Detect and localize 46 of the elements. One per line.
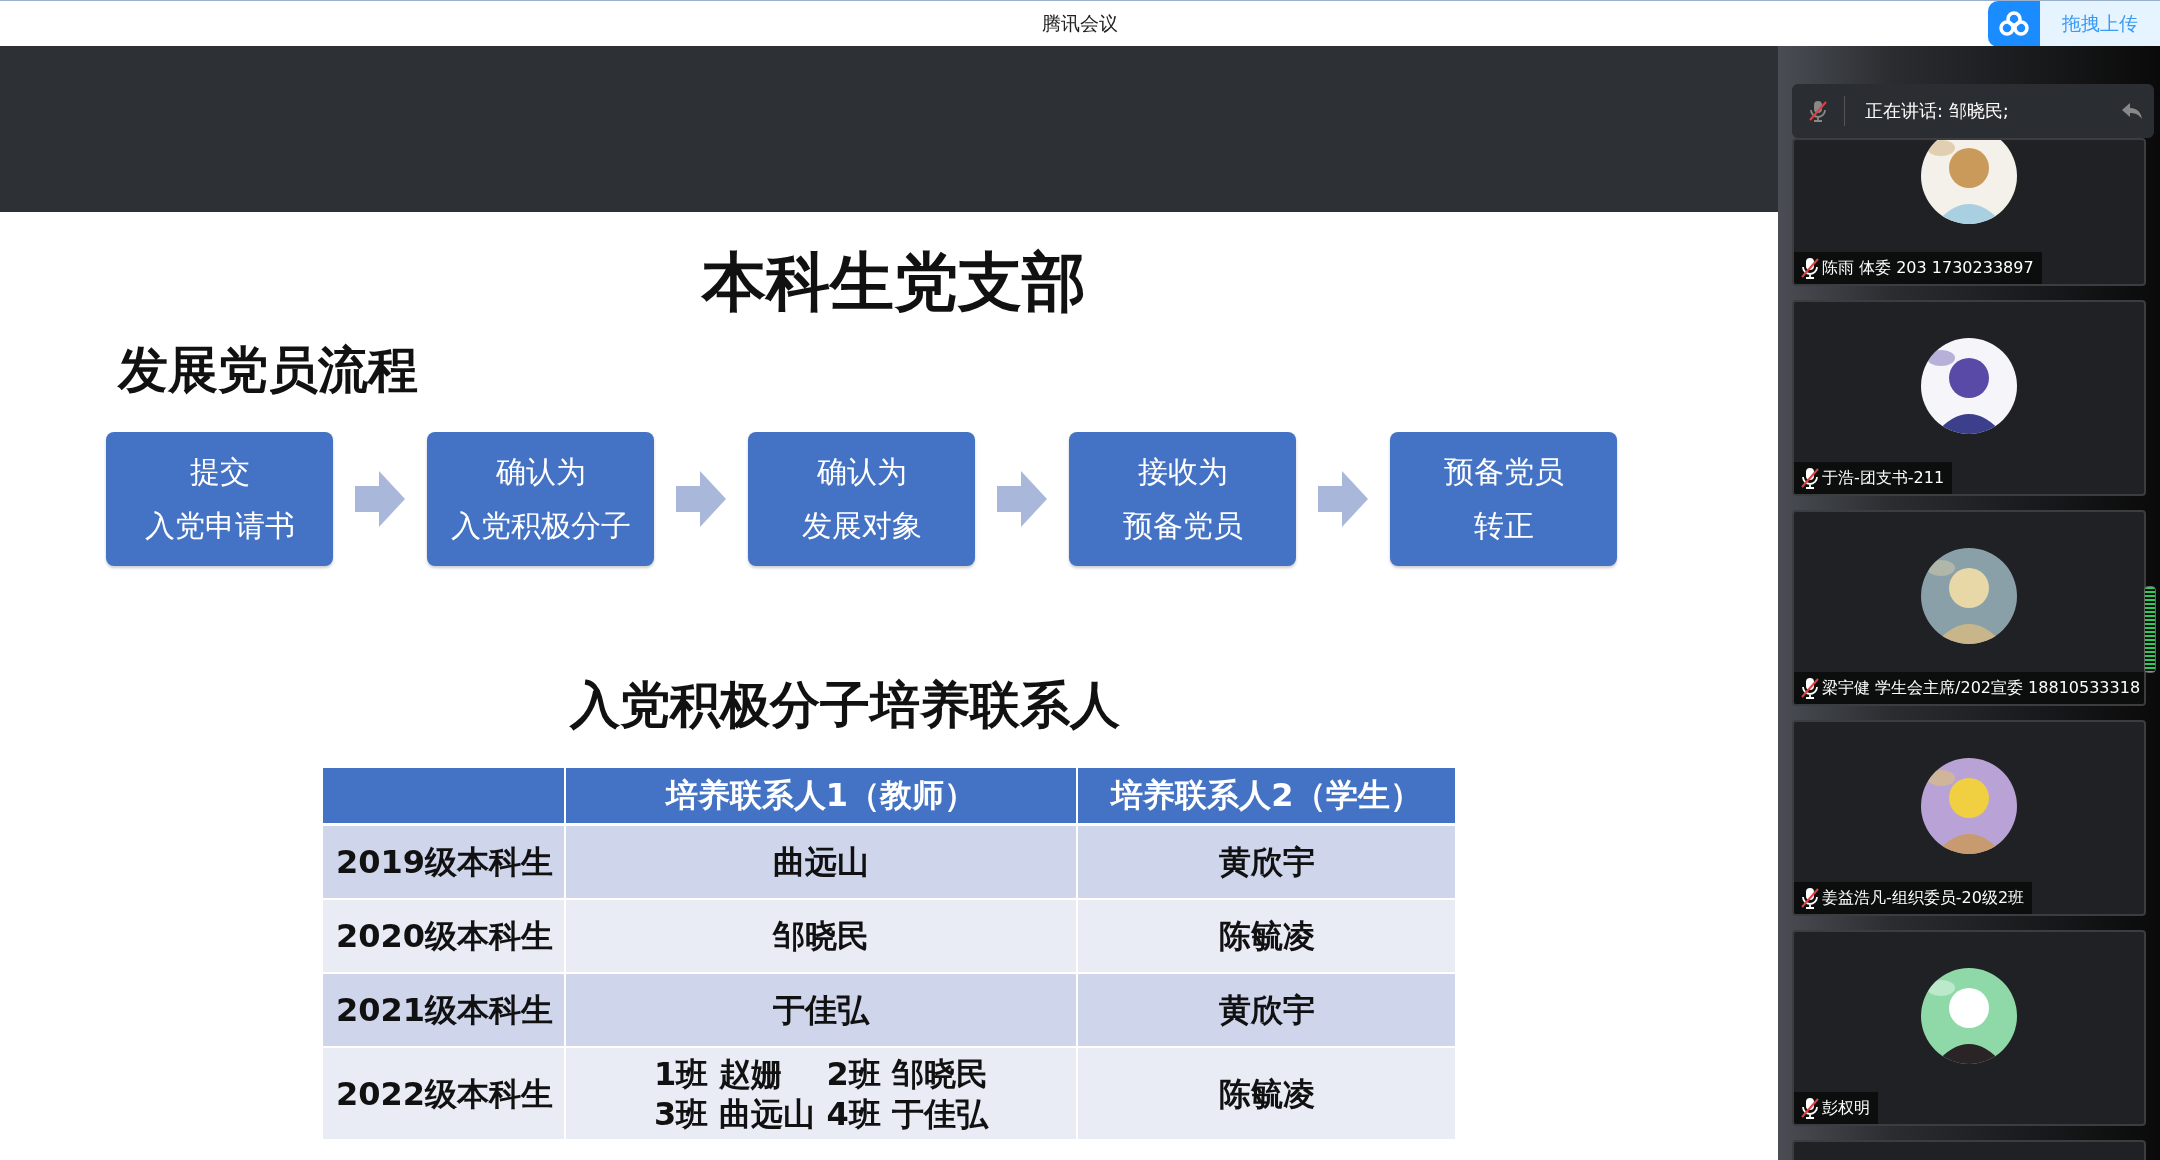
process-step: 接收为 预备党员 <box>1069 432 1296 566</box>
table-cell: 2020级本科生 <box>323 900 566 974</box>
muted-mic-icon <box>1800 257 1820 279</box>
participant-tile[interactable]: 于浩-团支书-211 <box>1792 300 2146 496</box>
table-cell: 1班 赵姗 2班 邹晓民 3班 曲远山 4班 于佳弘 <box>566 1048 1078 1141</box>
participant-tile[interactable]: 梁宇健 学生会主席/202宣委 18810533318 <box>1792 510 2146 706</box>
arrow-icon <box>676 471 726 527</box>
muted-mic-icon <box>1800 1097 1820 1119</box>
participant-tile[interactable]: 彭权明 <box>1792 930 2146 1126</box>
participant-name: 彭权明 <box>1822 1097 1870 1119</box>
participant-name: 陈雨 体委 203 1730233897 <box>1822 257 2034 279</box>
process-step: 预备党员 转正 <box>1390 432 1617 566</box>
table-cell: 黄欣宇 <box>1078 974 1457 1048</box>
process-step: 确认为 入党积极分子 <box>427 432 654 566</box>
window-title: 腾讯会议 <box>1042 10 1118 36</box>
arrow-icon <box>1318 471 1368 527</box>
arrow-icon <box>997 471 1047 527</box>
table-cell: 黄欣宇 <box>1078 826 1457 900</box>
table-cell: 2021级本科生 <box>323 974 566 1048</box>
participant-tile[interactable]: 姜益浩凡-组织委员-20级2班 <box>1792 720 2146 916</box>
table-cell: 于佳弘 <box>566 974 1078 1048</box>
muted-mic-icon <box>1800 467 1820 489</box>
table-cell: 2022级本科生 <box>323 1048 566 1141</box>
process-step: 确认为 发展对象 <box>748 432 975 566</box>
participant-name: 姜益浩凡-组织委员-20级2班 <box>1822 887 2025 909</box>
cloud-icon <box>1999 11 2029 37</box>
participant-name: 于浩-团支书-211 <box>1822 467 1945 489</box>
process-step: 提交 入党申请书 <box>106 432 333 566</box>
speaking-text: 正在讲话: 邹晓民; <box>1865 99 2009 123</box>
table-cell: 邹晓民 <box>566 900 1078 974</box>
reply-icon <box>2120 101 2144 121</box>
table-cell: 2019级本科生 <box>323 826 566 900</box>
muted-mic-icon <box>1800 887 1820 909</box>
table-title: 入党积极分子培养联系人 <box>568 675 1121 736</box>
muted-mic-icon <box>1808 100 1828 122</box>
arrow-icon <box>355 471 405 527</box>
participant-name: 梁宇健 学生会主席/202宣委 18810533318 <box>1822 677 2141 699</box>
slide-title: 本科生党支部 <box>700 244 1087 321</box>
table-header-cell: 培养联系人2（学生） <box>1078 768 1457 826</box>
participant-tile[interactable]: 陈雨 体委 203 1730233897 <box>1792 138 2146 286</box>
table-cell: 曲远山 <box>566 826 1078 900</box>
table-cell: 陈毓凌 <box>1078 1048 1457 1141</box>
muted-mic-icon <box>1800 677 1820 699</box>
table-header-cell: 培养联系人1（教师） <box>566 768 1078 826</box>
table-cell: 陈毓凌 <box>1078 900 1457 974</box>
slide-subtitle: 发展党员流程 <box>118 340 419 401</box>
